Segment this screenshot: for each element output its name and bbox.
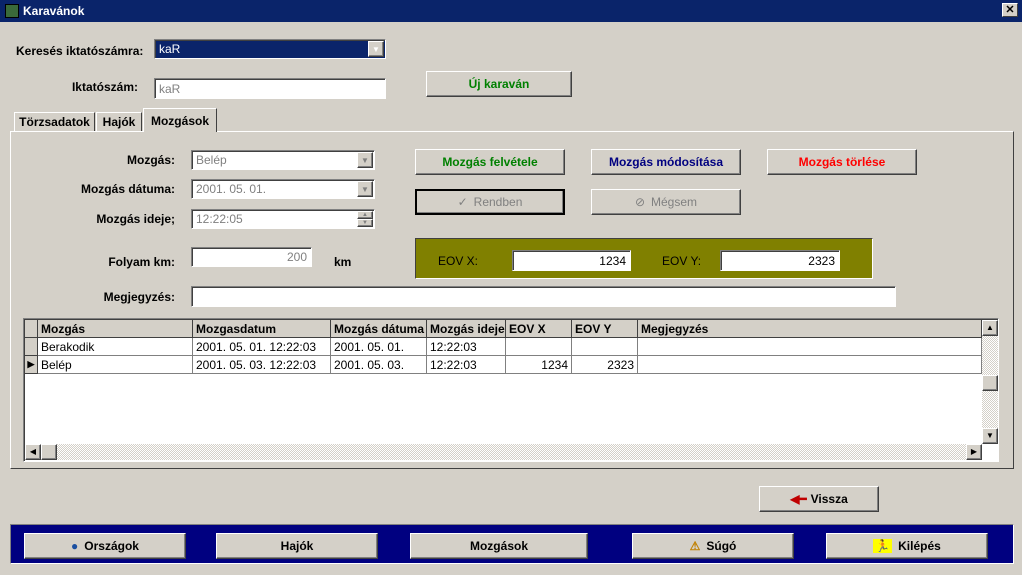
movements-button[interactable]: Mozgások	[410, 533, 588, 559]
current-row-indicator-icon[interactable]: ▶	[25, 356, 38, 374]
table-cell[interactable]	[572, 338, 638, 356]
cancel-button-label: Mégsem	[651, 195, 698, 209]
table-cell[interactable]: 2001. 05. 03. 12:22:03	[193, 356, 331, 374]
datum-value: 2001. 05. 01.	[196, 182, 267, 196]
exit-button[interactable]: 🏃 Kilépés	[826, 533, 988, 559]
col-header-megjegyzes[interactable]: Megjegyzés	[638, 320, 982, 338]
scroll-up-icon[interactable]: ▲	[982, 320, 998, 336]
mozgas-select[interactable]: Belép ▼	[191, 150, 375, 170]
arrow-left-icon: ◀━	[790, 492, 807, 506]
back-button[interactable]: ◀━ Vissza	[759, 486, 879, 512]
mozgas-label: Mozgás:	[127, 153, 175, 167]
col-header-mozgasdatum[interactable]: Mozgasdatum	[193, 320, 331, 338]
col-header-datuma[interactable]: Mozgás dátuma	[331, 320, 427, 338]
chevron-down-icon[interactable]: ▼	[357, 152, 373, 168]
table-cell[interactable]: 2001. 05. 01. 12:22:03	[193, 338, 331, 356]
title-bar: Karavánok	[0, 0, 1022, 22]
hscroll-thumb[interactable]	[41, 444, 57, 460]
datum-label: Mozgás dátuma:	[80, 182, 175, 196]
ok-button[interactable]: ✓ Rendben	[415, 189, 565, 215]
table-cell[interactable]: 2323	[572, 356, 638, 374]
back-button-label: Vissza	[810, 492, 848, 506]
col-header-ideje[interactable]: Mozgás ideje	[427, 320, 506, 338]
spinner-arrows[interactable]: ▲ ▼	[357, 211, 373, 227]
table-cell[interactable]: 1234	[506, 356, 572, 374]
km-label: Folyam km:	[108, 255, 175, 269]
table-cell[interactable]: 12:22:03	[427, 356, 506, 374]
globe-icon: ●	[71, 539, 79, 553]
help-button-label: Súgó	[706, 539, 737, 553]
eov-x-label: EOV X:	[438, 254, 479, 268]
chevron-down-icon[interactable]: ▼	[357, 181, 373, 197]
iktato-input[interactable]: kaR	[154, 78, 386, 99]
exit-runner-icon: 🏃	[873, 539, 893, 553]
km-input[interactable]: 200	[191, 247, 312, 267]
mozgas-select-value: Belép	[196, 153, 227, 167]
tab-torzsadatok[interactable]: Törzsadatok	[14, 112, 95, 132]
scroll-down-icon[interactable]: ▼	[982, 428, 998, 444]
tab-mozgasok[interactable]: Mozgások	[143, 108, 217, 132]
check-icon: ✓	[457, 195, 468, 209]
eov-y-input[interactable]: 2323	[720, 250, 840, 271]
eov-x-input[interactable]: 1234	[512, 250, 631, 271]
window-title: Karavánok	[23, 4, 85, 18]
km-unit: km	[334, 255, 352, 269]
table-cell[interactable]: Belép	[38, 356, 193, 374]
datum-picker[interactable]: 2001. 05. 01. ▼	[191, 179, 375, 199]
table-cell[interactable]: Berakodik	[38, 338, 193, 356]
ido-spinner[interactable]: 12:22:05 ▲ ▼	[191, 209, 375, 229]
ships-button[interactable]: Hajók	[216, 533, 378, 559]
col-header-eovx[interactable]: EOV X	[506, 320, 572, 338]
horizontal-scrollbar[interactable]: ◀ ▶	[25, 444, 982, 460]
table-cell[interactable]: 2001. 05. 03.	[331, 356, 427, 374]
movements-grid[interactable]: Mozgás Mozgasdatum Mozgás dátuma Mozgás …	[23, 318, 999, 462]
scroll-thumb[interactable]	[982, 375, 998, 391]
table-cell[interactable]	[638, 356, 982, 374]
col-header-mozgas[interactable]: Mozgás	[38, 320, 193, 338]
add-movement-button[interactable]: Mozgás felvétele	[415, 149, 565, 175]
table-cell[interactable]: 2001. 05. 01.	[331, 338, 427, 356]
cancel-button[interactable]: ⊘ Mégsem	[591, 189, 741, 215]
app-icon	[5, 4, 19, 18]
tab-hajok[interactable]: Hajók	[96, 112, 142, 132]
table-cell[interactable]: 12:22:03	[427, 338, 506, 356]
delete-movement-button[interactable]: Mozgás törlése	[767, 149, 917, 175]
ido-label: Mozgás ideje;	[96, 212, 175, 226]
help-icon: ⚠	[689, 539, 701, 553]
search-combobox[interactable]: kaR ▼	[154, 39, 386, 59]
iktato-label: Iktatószám:	[71, 80, 138, 94]
help-button[interactable]: ⚠ Súgó	[632, 533, 794, 559]
spin-down-icon[interactable]: ▼	[357, 219, 373, 227]
exit-button-label: Kilépés	[898, 539, 941, 553]
eov-panel: EOV X: 1234 EOV Y: 2323	[415, 238, 873, 279]
scroll-left-icon[interactable]: ◀	[25, 444, 41, 460]
ok-button-label: Rendben	[473, 195, 523, 209]
ido-value: 12:22:05	[196, 212, 243, 226]
spin-up-icon[interactable]: ▲	[357, 211, 373, 219]
chevron-down-icon[interactable]: ▼	[368, 41, 384, 57]
megj-label: Megjegyzés:	[103, 290, 175, 304]
table-cell[interactable]	[506, 338, 572, 356]
table-cell[interactable]	[638, 338, 982, 356]
megjegyzes-input[interactable]	[191, 286, 896, 307]
close-button[interactable]: ✕	[1002, 3, 1018, 17]
row-indicator[interactable]	[25, 338, 38, 356]
countries-button[interactable]: ● Országok	[24, 533, 186, 559]
countries-button-label: Országok	[84, 539, 139, 553]
vertical-scrollbar[interactable]: ▲ ▼	[982, 320, 998, 444]
eov-y-label: EOV Y:	[662, 254, 702, 268]
col-header-eovy[interactable]: EOV Y	[572, 320, 638, 338]
search-value: kaR	[159, 42, 181, 56]
scroll-right-icon[interactable]: ▶	[966, 444, 982, 460]
search-label: Keresés iktatószámra:	[16, 44, 144, 58]
modify-movement-button[interactable]: Mozgás módosítása	[591, 149, 741, 175]
new-caravan-button[interactable]: Új karaván	[426, 71, 572, 97]
row-indicator-header	[25, 320, 38, 338]
cancel-icon: ⊘	[634, 195, 646, 209]
